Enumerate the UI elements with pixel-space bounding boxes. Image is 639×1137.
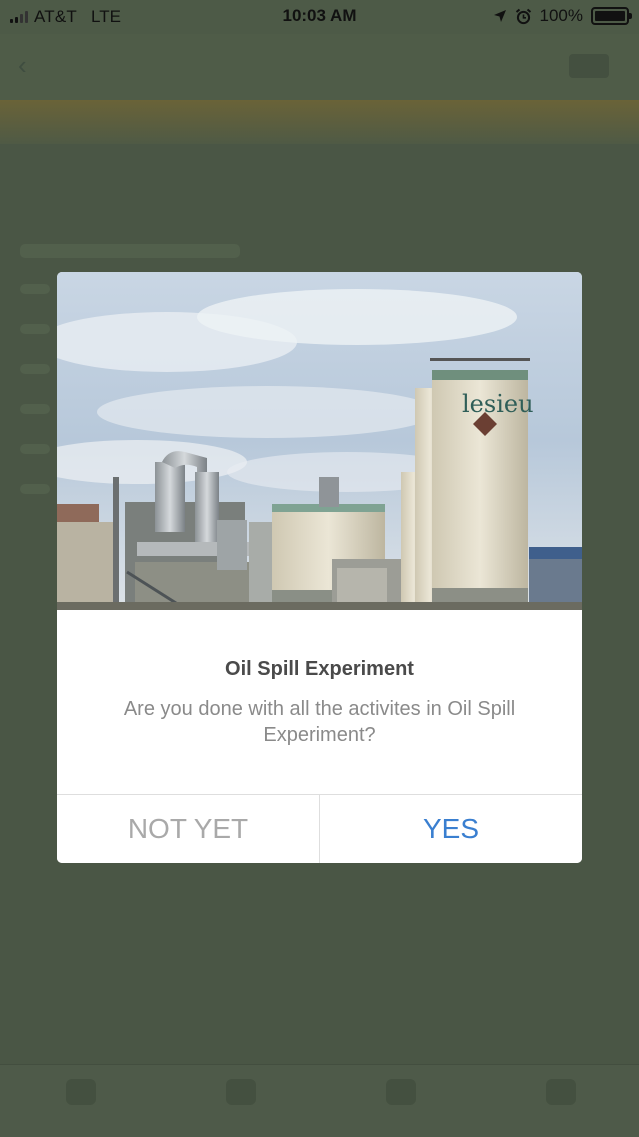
banner	[0, 100, 639, 144]
content-placeholder	[20, 404, 50, 414]
tab-bar	[0, 1064, 639, 1137]
tab-item	[20, 1075, 140, 1127]
content-placeholder	[20, 444, 50, 454]
menu-icon	[569, 54, 609, 78]
yes-button[interactable]: YES	[320, 795, 582, 863]
not-yet-button[interactable]: NOT YET	[57, 795, 319, 863]
tab-item	[340, 1075, 460, 1127]
dialog-message: Are you done with all the activites in O…	[123, 698, 516, 746]
tab-item	[500, 1075, 620, 1127]
confirm-dialog: lesieu Oil Spill Experiment Are you done…	[57, 272, 582, 863]
back-chevron-icon: ‹	[18, 50, 27, 80]
content-placeholder	[20, 364, 50, 374]
tab-item	[180, 1075, 300, 1127]
tab-icon	[226, 1079, 256, 1105]
tank-logo-text: lesieu	[462, 390, 534, 418]
battery-percent: 100%	[539, 6, 583, 25]
status-bar: AT&T LTE 10:03 AM 100%	[0, 0, 639, 34]
battery-icon	[591, 7, 632, 25]
industrial-plant-image: lesieu	[57, 272, 582, 610]
content-placeholder	[20, 284, 50, 294]
content-placeholder	[20, 244, 240, 258]
location-icon	[493, 10, 506, 22]
dialog-title: Oil Spill Experiment	[225, 658, 414, 680]
content-placeholder	[20, 324, 50, 334]
alarm-icon	[515, 8, 531, 24]
tab-icon	[66, 1079, 96, 1105]
content-placeholder	[20, 484, 50, 494]
tab-icon	[386, 1079, 416, 1105]
nav-bar: ‹	[0, 34, 639, 101]
tab-icon	[546, 1079, 576, 1105]
